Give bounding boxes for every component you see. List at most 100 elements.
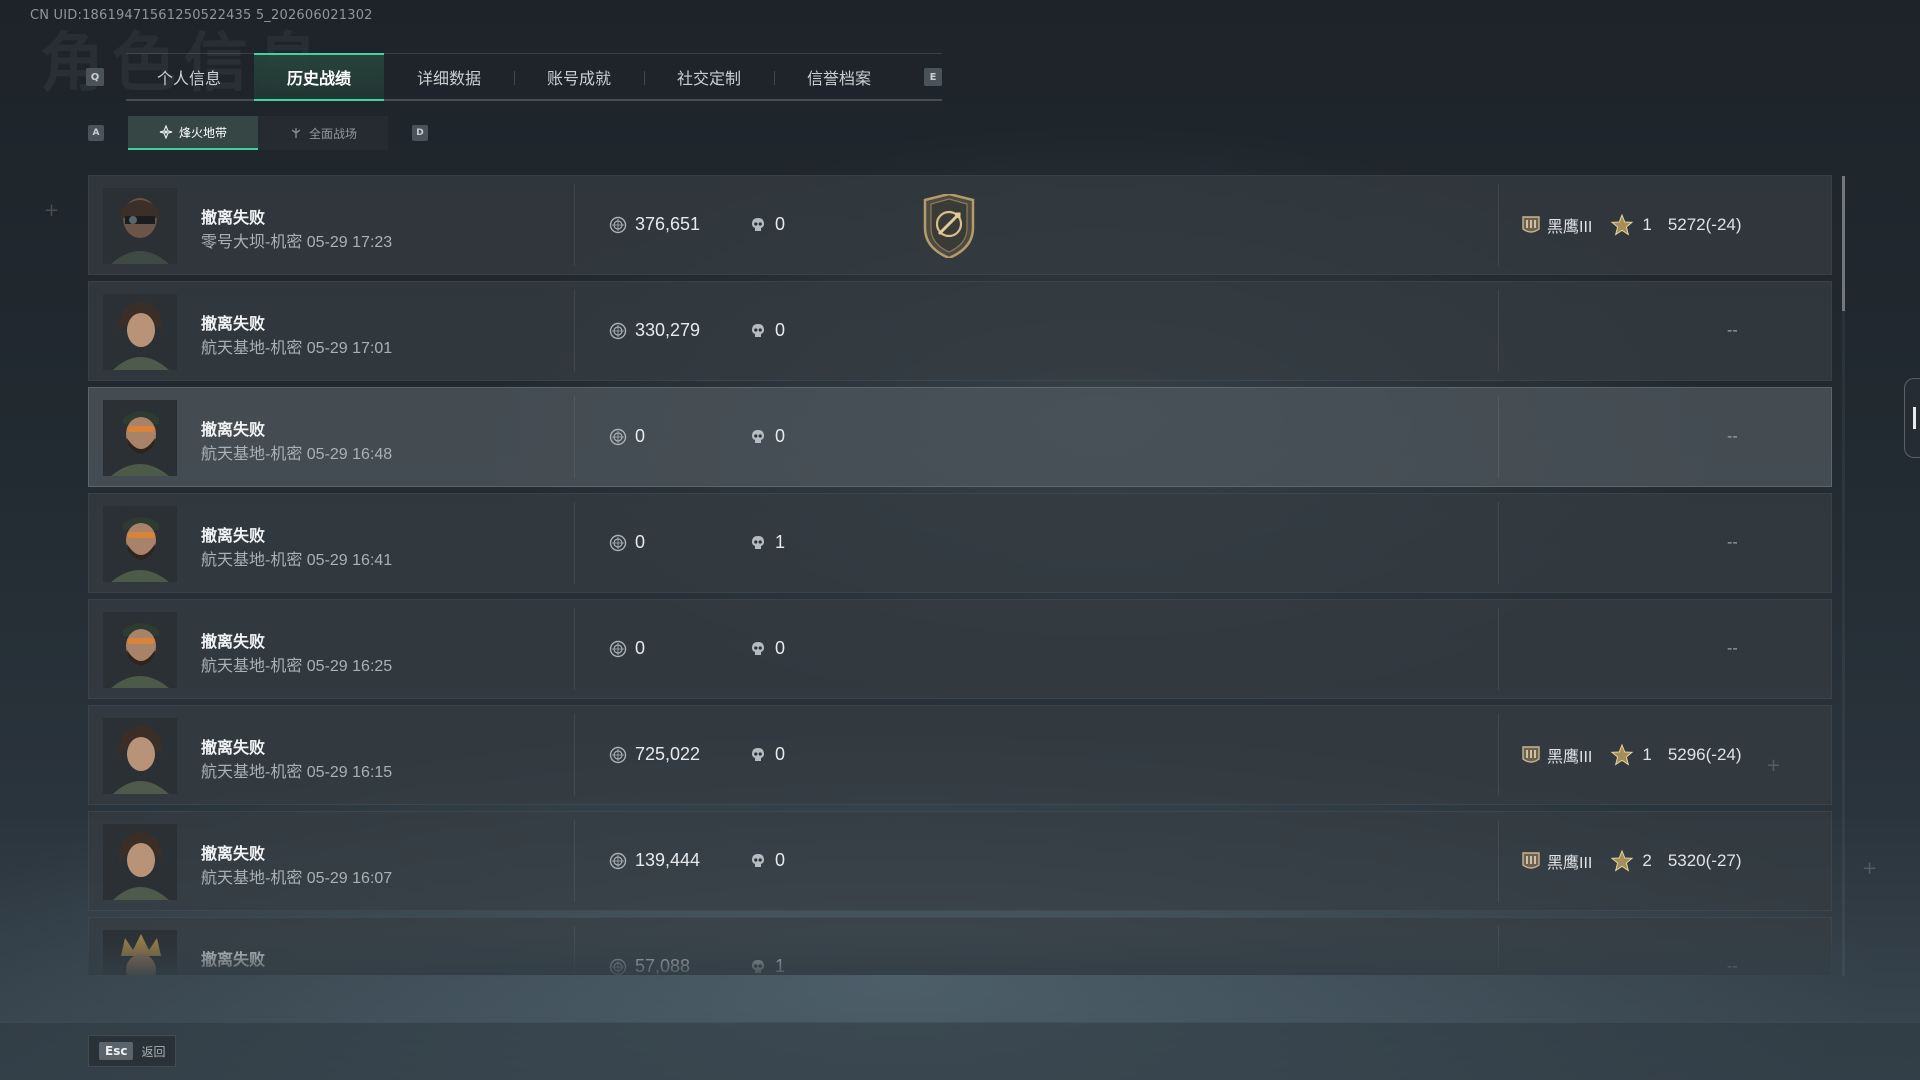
rank-stars: 2 (1642, 851, 1652, 870)
skull-icon (752, 641, 764, 655)
main-tabs: Q 个人信息 历史战绩 详细数据 账号成就 社交定制 信誉档案 E (86, 53, 942, 101)
subtab-next-key[interactable]: D (412, 125, 428, 141)
match-row[interactable]: 撤离失败 航天基地-机密 05-29 16:07 139,444 0 黑鹰III 2 532… (88, 811, 1832, 911)
rank-info: 黑鹰III 1 5296(-24) (1519, 742, 1742, 768)
match-map-time: 航天基地-机密 05-29 16:15 (201, 764, 393, 781)
kill-count: 0 (749, 426, 785, 447)
subtab-flame-zone[interactable]: 烽火地带 (128, 116, 258, 150)
subtab-battlefield-label: 全面战场 (308, 126, 357, 141)
row-divider (574, 184, 575, 266)
decor-crosshair: + (1766, 755, 1782, 776)
rank-badge-icon (1522, 852, 1540, 869)
kill-count: 0 (749, 850, 785, 871)
match-map-time: 航天基地-机密 05-29 17:01 (201, 340, 393, 357)
tab-social[interactable]: 社交定制 (644, 53, 774, 101)
row-divider (1498, 290, 1499, 372)
match-map-time: 航天基地-机密 05-29 16:48 (201, 446, 393, 463)
back-button[interactable]: Esc 返回 (88, 1035, 177, 1067)
rank-empty: -- (1727, 534, 1738, 551)
esc-key: Esc (99, 1042, 134, 1060)
extract-value-text: 139,444 (635, 850, 701, 870)
list-scrollbar[interactable] (1842, 176, 1845, 976)
rank-score: 5296(-24) (1667, 745, 1742, 764)
rank-badge-icon (1522, 746, 1540, 763)
match-row[interactable]: 撤离失败 航天基地-机密 05-29 16:41 0 1 -- (88, 493, 1832, 593)
row-divider (1498, 714, 1499, 796)
match-row[interactable]: 撤离失败 航天基地-机密 05-29 16:25 0 0 -- (88, 599, 1832, 699)
skull-icon (752, 853, 764, 867)
coin-icon (609, 322, 627, 339)
extract-value: 376,651 (609, 214, 700, 235)
match-result: 撤离失败 (201, 528, 266, 545)
rank-name: 黑鹰III (1547, 855, 1593, 872)
rank-info: 黑鹰III 1 5272(-24) (1519, 212, 1742, 238)
rank-name: 黑鹰III (1547, 219, 1593, 236)
kill-count-text: 1 (775, 532, 786, 552)
subtab-prev-key[interactable]: A (88, 125, 104, 141)
subtab-flame-zone-label: 烽火地带 (178, 125, 227, 140)
operator-avatar (103, 294, 177, 370)
kill-count-text: 0 (775, 426, 786, 446)
tab-history[interactable]: 历史战绩 (254, 53, 384, 101)
back-label: 返回 (141, 1044, 166, 1059)
match-history-list[interactable]: 撤离失败 零号大坝-机密 05-29 17:23 376,651 0 黑鹰III 1 527… (88, 175, 1832, 975)
row-divider (1498, 820, 1499, 902)
star-icon (1611, 743, 1634, 766)
operator-avatar (103, 506, 177, 582)
match-row[interactable]: 撤离失败 航天基地-机密 05-29 16:48 0 0 -- (88, 387, 1832, 487)
kill-count: 1 (749, 956, 785, 975)
match-result: 撤离失败 (201, 316, 266, 333)
row-divider (1498, 502, 1499, 584)
operator-avatar (103, 400, 177, 476)
rank-badge-icon (1522, 216, 1540, 233)
bottom-bar: Esc 返回 (0, 1022, 1920, 1080)
skull-icon (752, 217, 764, 231)
extract-value: 57,088 (609, 956, 690, 975)
kill-count: 1 (749, 532, 785, 553)
tab-profile[interactable]: 个人信息 (124, 53, 254, 101)
tab-achievements[interactable]: 账号成就 (514, 53, 644, 101)
scroll-thumb[interactable] (1842, 176, 1845, 311)
rank-empty: -- (1727, 322, 1738, 339)
match-row[interactable]: 撤离失败 零号大坝-机密 05-29 17:23 376,651 0 黑鹰III 1 527… (88, 175, 1832, 275)
row-divider (1498, 608, 1499, 690)
operator-avatar (103, 612, 177, 688)
coin-icon (609, 852, 627, 869)
tab-details[interactable]: 详细数据 (384, 53, 514, 101)
extract-value-text: 330,279 (635, 320, 701, 340)
match-row[interactable]: 撤离失败航天基地-机密 05-29 16:15 725,022 0 黑鹰III 1 529… (88, 705, 1832, 805)
row-divider (574, 290, 575, 372)
coin-icon (609, 746, 627, 763)
tab-reputation[interactable]: 信誉档案 (774, 53, 904, 101)
extract-value: 725,022 (609, 744, 700, 765)
subtab-battlefield[interactable]: 全面战场 (258, 116, 388, 150)
skull-icon (752, 535, 764, 549)
tab-next-key[interactable]: E (924, 68, 942, 86)
sub-tabs: A 烽火地带 全面战场 D (88, 116, 428, 150)
skull-icon (752, 323, 764, 337)
kill-count-text: 0 (775, 320, 786, 340)
side-drawer-handle[interactable] (1904, 378, 1920, 458)
row-divider (574, 714, 575, 796)
kill-count-text: 0 (775, 744, 786, 764)
row-divider (574, 820, 575, 902)
extract-value-text: 725,022 (635, 744, 701, 764)
extract-value: 139,444 (609, 850, 700, 871)
rank-empty: -- (1727, 640, 1738, 657)
match-row[interactable]: 撤离失败零号大坝-机密 05-29 16:?? 57,088 1 -- (88, 917, 1832, 975)
match-result: 撤离失败 (201, 846, 266, 863)
extract-value: 330,279 (609, 320, 700, 341)
match-badge[interactable] (919, 192, 979, 260)
kill-count: 0 (749, 744, 785, 765)
extract-value: 0 (609, 532, 645, 553)
kill-count: 0 (749, 638, 785, 659)
match-map-time: 零号大坝-机密 05-29 16:?? (201, 970, 392, 975)
tab-prev-key[interactable]: Q (86, 68, 104, 86)
match-row[interactable]: 撤离失败航天基地-机密 05-29 17:01 330,279 0 -- (88, 281, 1832, 381)
kill-count: 0 (749, 214, 785, 235)
match-result: 撤离失败 (201, 634, 266, 651)
extract-value-text: 0 (635, 532, 646, 552)
match-result: 撤离失败 (201, 740, 266, 757)
coin-icon (609, 428, 627, 445)
row-divider (574, 502, 575, 584)
